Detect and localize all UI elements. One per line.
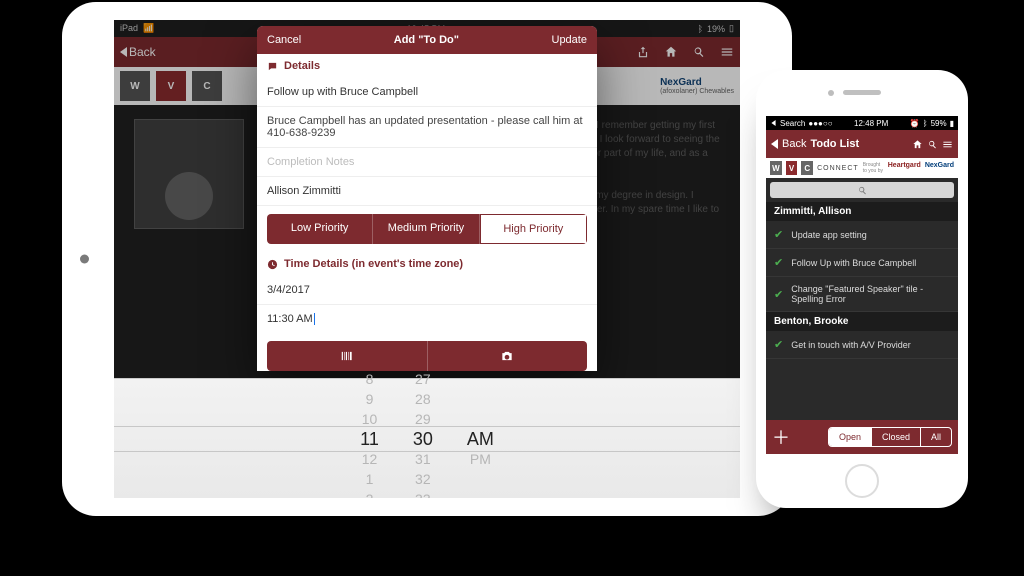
camera-button[interactable] [428,341,588,371]
speech-bubble-icon [267,61,278,72]
priority-medium[interactable]: Medium Priority [373,214,479,244]
iphone-screen: Search ●●●○○ 12:48 PM ⏰ ᛒ 59% ▮ Back Tod… [766,116,958,454]
back-label[interactable]: Back [782,138,806,150]
iphone-brand-strip: W V C CONNECT Brought to you by Heartgar… [766,158,958,178]
cancel-button[interactable]: Cancel [267,34,301,46]
filter-closed[interactable]: Closed [871,428,920,446]
camera-icon [500,349,514,363]
subject-field[interactable]: Follow up with Bruce Campbell [257,78,597,107]
search-input[interactable] [770,182,954,198]
ipad-screen: iPad 📶 12:45 PM ᛒ 19% ▯ Back Team Member… [114,20,740,498]
priority-high[interactable]: High Priority [480,214,587,244]
modal-header: Cancel Add "To Do" Update [257,26,597,54]
clock-icon [267,259,278,270]
chevron-left-icon[interactable] [771,139,778,149]
details-label: Details [257,54,597,78]
time-picker[interactable]: 8 9 10 11 12 1 2 27 28 29 30 31 32 33 [114,378,740,498]
list-item[interactable]: ✔Update app setting [766,221,958,249]
update-button[interactable]: Update [552,34,587,46]
iphone-speaker [843,90,881,95]
back-to-search-icon[interactable] [771,120,775,126]
priority-low[interactable]: Low Priority [267,214,373,244]
modal-title: Add "To Do" [394,34,459,46]
priority-segmented: Low Priority Medium Priority High Priori… [267,214,587,244]
check-icon: ✔ [774,228,783,241]
search-icon[interactable] [927,139,938,150]
iphone-home-button[interactable] [845,464,879,498]
search-icon [857,185,868,196]
ipad-home-button[interactable] [80,255,89,264]
battery-icon: ▮ [950,119,954,128]
battery-percent: 59% [931,119,947,128]
list-group-header: Zimmitti, Allison [766,202,958,221]
barcode-button[interactable] [267,341,428,371]
date-field[interactable]: 3/4/2017 [257,276,597,305]
list-group-header: Benton, Brooke [766,312,958,331]
status-search[interactable]: Search [780,119,805,128]
picker-ampm[interactable]: AM PM [467,369,494,499]
add-button[interactable]: ＋ [772,424,790,450]
iphone-clock: 12:48 PM [854,119,888,128]
time-field[interactable]: 11:30 AM [257,305,597,333]
iphone-bottom-bar: ＋ Open Closed All [766,420,958,454]
picker-hours[interactable]: 8 9 10 11 12 1 2 [360,369,379,499]
list-item[interactable]: ✔Change "Featured Speaker" tile - Spelli… [766,277,958,312]
bluetooth-icon: ᛒ [923,119,928,128]
modal-action-row [267,341,587,371]
note-field[interactable]: Bruce Campbell has an updated presentati… [257,107,597,148]
add-todo-modal: Cancel Add "To Do" Update Details Follow… [257,26,597,371]
filter-segmented: Open Closed All [828,427,952,447]
assignee-field[interactable]: Allison Zimmitti [257,177,597,206]
time-details-label: Time Details (in event's time zone) [257,252,597,276]
iphone-status-bar: Search ●●●○○ 12:48 PM ⏰ ᛒ 59% ▮ [766,116,958,130]
ipad-device: iPad 📶 12:45 PM ᛒ 19% ▯ Back Team Member… [62,2,792,516]
check-icon: ✔ [774,288,783,301]
check-icon: ✔ [774,338,783,351]
barcode-icon [340,349,354,363]
alarm-icon: ⏰ [910,119,920,128]
filter-all[interactable]: All [920,428,951,446]
signal-icon: ●●●○○ [808,119,832,128]
filter-open[interactable]: Open [829,428,871,446]
iphone-navbar: Back Todo List [766,130,958,158]
check-icon: ✔ [774,256,783,269]
page-title: Todo List [810,138,908,150]
iphone-device: Search ●●●○○ 12:48 PM ⏰ ᛒ 59% ▮ Back Tod… [756,70,968,508]
home-icon[interactable] [912,139,923,150]
list-item[interactable]: ✔Get in touch with A/V Provider [766,331,958,359]
menu-icon[interactable] [942,139,953,150]
completion-notes-field[interactable]: Completion Notes [257,148,597,177]
picker-minutes[interactable]: 27 28 29 30 31 32 33 [413,369,433,499]
list-item[interactable]: ✔Follow Up with Bruce Campbell [766,249,958,277]
iphone-camera [828,90,834,96]
